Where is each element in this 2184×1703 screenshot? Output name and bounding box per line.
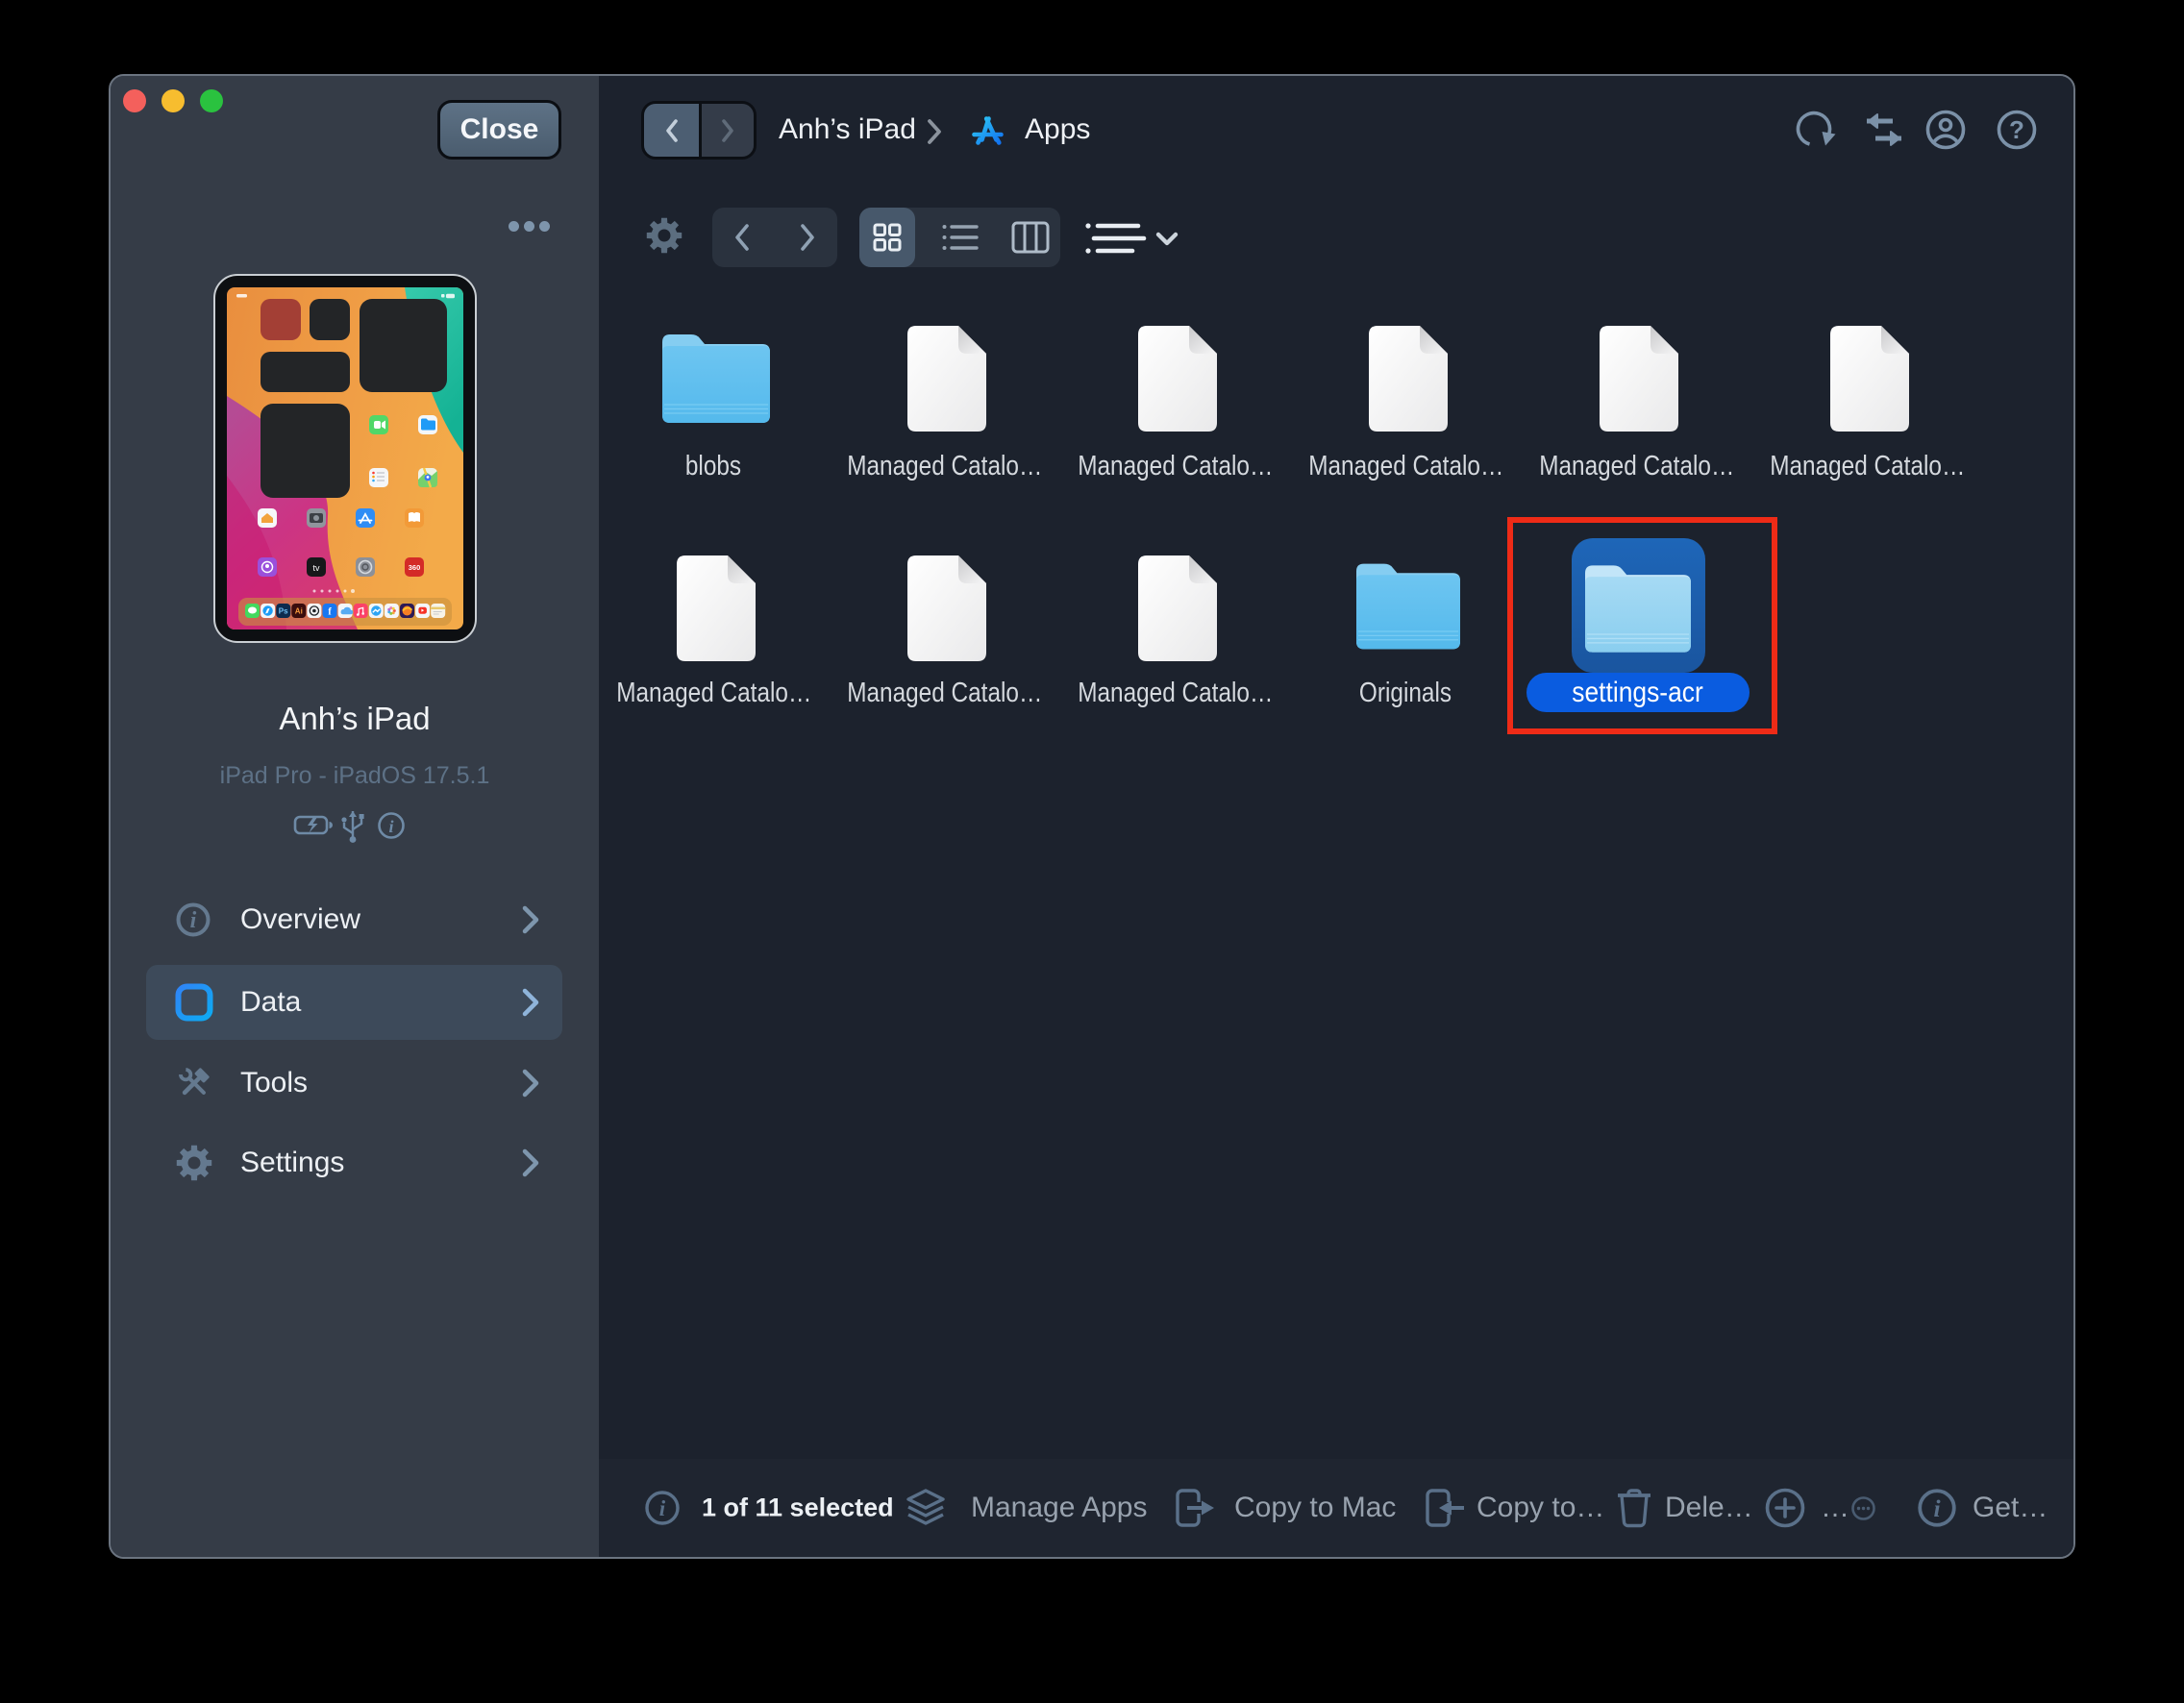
svg-text:Ps: Ps: [279, 607, 288, 616]
svg-text:360: 360: [409, 563, 421, 572]
svg-text:tv: tv: [312, 563, 320, 573]
svg-text:i: i: [388, 817, 393, 836]
svg-text:i: i: [190, 908, 197, 933]
svg-text:Ai: Ai: [295, 607, 303, 616]
svg-text:?: ?: [2009, 115, 2024, 144]
